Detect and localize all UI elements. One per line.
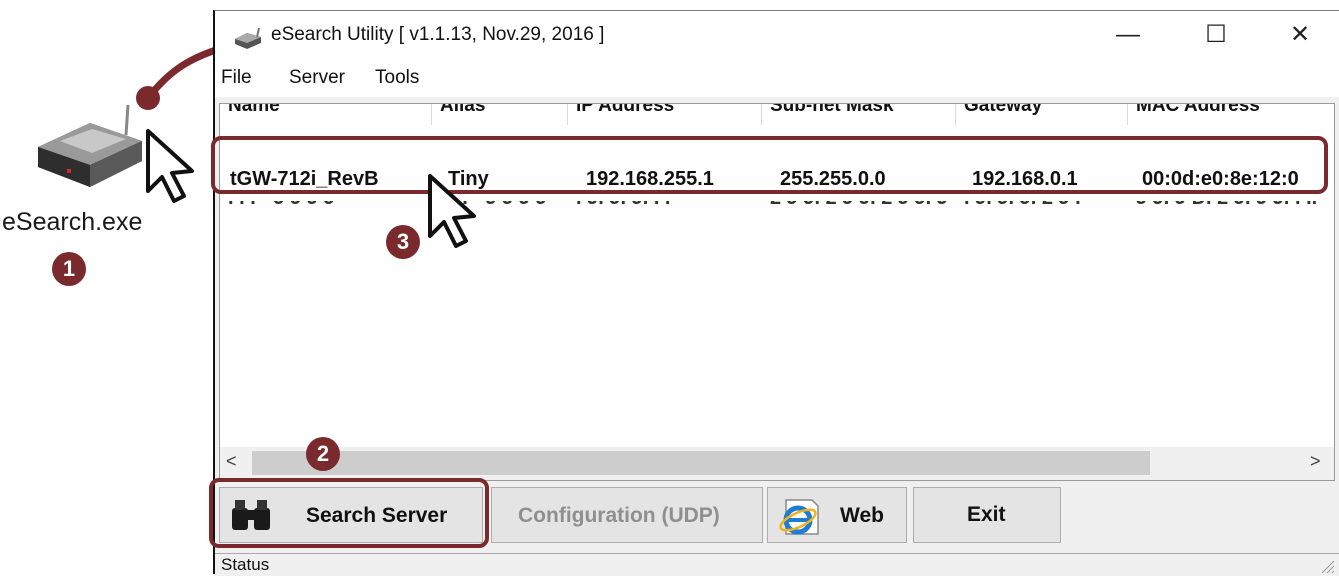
menu-server[interactable]: Server [289,67,345,89]
title-bar[interactable]: eSearch Utility [ v1.1.13, Nov.29, 2016 … [215,11,1339,63]
step-2-badge: 2 [306,437,340,471]
menu-file[interactable]: File [221,67,252,89]
status-bar: Status [215,553,1339,576]
column-header-ip[interactable]: IP Address [568,104,762,125]
configuration-udp-label: Configuration (UDP) [518,504,720,527]
table-row-partial[interactable]: I I I · J J J J I I I · J J J J I J. J. … [220,201,1334,213]
column-header-mac[interactable]: MAC Address [1128,104,1334,125]
desktop-icon-label: eSearch.exe [2,208,143,236]
cursor-arrow-icon [428,174,476,248]
menu-tools[interactable]: Tools [375,67,419,89]
column-header-mask[interactable]: Sub-net Mask [762,104,956,125]
search-button-highlight [209,478,489,548]
column-header-alias[interactable]: Alias [432,104,568,125]
menu-bar: File Server Tools [215,63,1339,97]
column-header-gateway[interactable]: Gateway [956,104,1128,125]
minimize-button[interactable]: — [1093,11,1163,61]
exit-button[interactable]: Exit [913,487,1061,543]
scroll-right-button[interactable]: > [1310,451,1321,472]
internet-explorer-icon [779,499,819,535]
selected-row-highlight [211,136,1328,194]
configuration-udp-button[interactable]: Configuration (UDP) [491,487,763,543]
window-title: eSearch Utility [ v1.1.13, Nov.29, 2016 … [271,24,605,45]
scroll-left-button[interactable]: < [226,451,237,472]
app-icon [235,27,261,49]
close-button[interactable]: ✕ [1265,11,1335,61]
column-header-name[interactable]: Name [220,104,432,125]
exit-label: Exit [967,503,1006,526]
status-text: Status [221,555,270,574]
maximize-button[interactable]: ☐ [1181,11,1251,61]
scrollbar-thumb[interactable] [252,451,1150,475]
cursor-arrow-icon [146,129,194,203]
step-1-badge: 1 [52,252,86,286]
resize-grip-icon[interactable] [1319,558,1335,574]
step-3-badge: 3 [386,225,420,259]
web-button[interactable]: Web [767,487,907,543]
web-label: Web [840,504,884,527]
horizontal-scrollbar[interactable]: < > [220,447,1334,480]
